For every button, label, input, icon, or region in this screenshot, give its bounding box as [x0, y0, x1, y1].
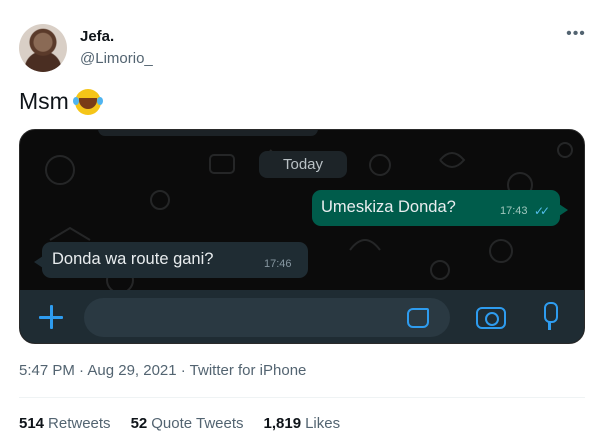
incoming-message: Donda wa route gani? 17:46 [34, 242, 308, 278]
message-time: 17:46 [264, 258, 292, 270]
likes-label: Likes [305, 415, 341, 432]
plus-icon[interactable] [36, 302, 66, 332]
message-input-bar [20, 290, 584, 343]
retweets-label: Retweets [48, 415, 111, 432]
quote-tweets-count: 52 [130, 415, 148, 432]
likes-stat[interactable]: 1,819 Likes [264, 415, 341, 432]
message-field[interactable] [84, 298, 450, 337]
bubble-tail [559, 204, 568, 216]
handle[interactable]: @Limorio_ [80, 50, 153, 67]
sticker-icon[interactable] [407, 308, 429, 328]
tweet-text: Msm [19, 88, 101, 115]
message-text: Donda wa route gani? [52, 250, 214, 268]
more-horizontal-icon[interactable]: ••• [566, 26, 586, 46]
previous-message-edge [98, 130, 318, 136]
tweet-text-content: Msm [19, 88, 69, 114]
quote-tweets-stat[interactable]: 52 Quote Tweets [131, 415, 244, 432]
divider [19, 397, 585, 398]
bubble-tail [34, 256, 43, 268]
message-time: 17:43 [500, 205, 528, 217]
tweet: Jefa. @Limorio_ ••• Msm Today Umeskiza D… [0, 0, 610, 447]
date-divider: Today [259, 151, 347, 178]
retweets-stat[interactable]: 514 Retweets [19, 415, 111, 432]
tweet-timestamp[interactable]: 5:47 PM · Aug 29, 2021 · Twitter for iPh… [19, 362, 306, 379]
face-with-tears-of-joy-icon [72, 88, 101, 115]
outgoing-message: Umeskiza Donda? 17:43 ✓✓ [312, 190, 568, 226]
retweets-count: 514 [19, 415, 45, 432]
tweet-media-image[interactable]: Today Umeskiza Donda? 17:43 ✓✓ Donda wa … [19, 129, 585, 344]
message-text: Umeskiza Donda? [321, 198, 456, 216]
quote-tweets-label: Quote Tweets [151, 415, 244, 432]
read-receipt-icon: ✓✓ [534, 204, 550, 218]
tweet-stats: 514 Retweets 52 Quote Tweets 1,819 Likes [19, 415, 340, 432]
microphone-icon[interactable] [542, 302, 558, 330]
display-name[interactable]: Jefa. [80, 28, 114, 45]
camera-icon[interactable] [476, 307, 506, 329]
likes-count: 1,819 [263, 415, 302, 432]
avatar[interactable] [19, 24, 67, 72]
